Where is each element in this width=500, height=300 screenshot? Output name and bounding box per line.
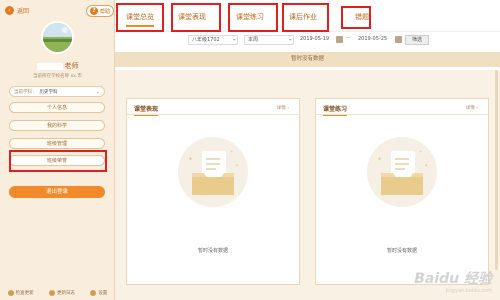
date-separator: —	[346, 35, 351, 41]
chevron-down-icon: ⌄	[95, 88, 100, 95]
watermark-main: Baidu 经验	[414, 271, 492, 287]
user-name: 老师	[0, 61, 115, 71]
highlight-box-tab-wrong	[341, 6, 371, 29]
settings-label: 设置	[98, 291, 108, 296]
sidebar: ‹ 返回 ? 帮助 老师 当前所在学校名称 xx 市 当前学科： 历史学科 ⌄ …	[0, 0, 115, 300]
logout-button[interactable]: 退出登录	[9, 186, 105, 198]
end-date-field[interactable]: 2019-05-25	[355, 35, 393, 45]
user-suffix: 老师	[64, 62, 79, 70]
card-header: 课堂表现 详情 ›	[127, 99, 299, 116]
range-value: 本周	[248, 37, 259, 43]
changelog-label: 更新日志	[56, 291, 75, 296]
empty-illustration: ✦ ✦ ✦	[178, 137, 248, 207]
main-area: 课堂总览 课堂表现 课堂练习 课后作业 错题 八年级1702 ▾ 本周 ▾ 20…	[115, 0, 500, 300]
tab-bar: 课堂总览 课堂表现 课堂练习 课后作业 错题	[115, 0, 500, 32]
calendar-icon[interactable]	[395, 36, 402, 43]
app-root: ‹ 返回 ? 帮助 老师 当前所在学校名称 xx 市 当前学科： 历史学科 ⌄ …	[0, 0, 500, 300]
settings-button[interactable]: 设置	[90, 290, 107, 296]
card-class-practice: 课堂练习 详情 › ✦ ✦ ✦ 暂时没有数据	[315, 98, 489, 285]
help-button[interactable]: ? 帮助	[86, 5, 114, 17]
back-label: 返回	[17, 8, 30, 15]
highlight-box-tab-overview	[116, 3, 164, 32]
changelog-button[interactable]: 更新日志	[48, 290, 75, 296]
refresh-icon	[7, 290, 14, 296]
check-update-label: 检查更新	[15, 291, 34, 296]
card-title: 课堂练习	[323, 106, 348, 116]
subject-value: 历史学科	[39, 89, 58, 95]
scrollbar[interactable]	[495, 70, 498, 270]
check-update-button[interactable]: 检查更新	[7, 290, 34, 296]
highlight-box-tab-homework	[282, 3, 329, 32]
filter-bar: 八年级1702 ▾ 本周 ▾ 2019-05-19 — 2019-05-25 筛…	[115, 33, 500, 48]
subject-label: 当前学科：	[14, 89, 37, 95]
highlight-box-tab-practice	[228, 3, 278, 32]
watermark-sub: jingyan.baidu.com	[445, 288, 492, 294]
highlight-box-menu	[9, 150, 107, 172]
log-icon	[48, 290, 55, 296]
question-icon: ?	[90, 7, 98, 15]
no-data-banner: 暂时没有数据	[115, 52, 500, 67]
svg-text:✦: ✦	[235, 163, 239, 169]
svg-text:✦: ✦	[377, 156, 382, 163]
menu-my-subject[interactable]: 我的科学	[9, 120, 105, 131]
details-link[interactable]: 详情 ›	[466, 105, 478, 111]
calendar-icon[interactable]	[336, 36, 343, 43]
menu-personal-info[interactable]: 个人信息	[9, 102, 105, 113]
svg-text:✦: ✦	[419, 149, 423, 154]
empty-folder-icon: ✦ ✦ ✦	[377, 149, 428, 195]
svg-text:✦: ✦	[230, 149, 234, 154]
card-class-performance: 课堂表现 详情 › ✦ ✦ ✦ 暂时没有数据	[126, 98, 300, 285]
empty-illustration: ✦ ✦ ✦	[367, 137, 437, 207]
redacted-name	[36, 62, 63, 70]
watermark: Baidu 经验 jingyan.baidu.com	[414, 268, 492, 294]
subject-select[interactable]: 当前学科： 历史学科 ⌄	[9, 86, 105, 97]
filter-button[interactable]: 筛选	[405, 35, 430, 45]
details-link[interactable]: 详情 ›	[277, 105, 289, 111]
back-arrow-icon: ‹	[5, 6, 14, 15]
sidebar-footer: 检查更新 更新日志 设置	[0, 286, 115, 300]
avatar[interactable]	[41, 21, 74, 54]
help-label: 帮助	[100, 8, 111, 15]
card-title: 课堂表现	[134, 106, 159, 116]
empty-text: 暂时没有数据	[386, 248, 417, 254]
empty-text: 暂时没有数据	[197, 248, 228, 254]
svg-text:✦: ✦	[188, 156, 193, 163]
empty-folder-icon: ✦ ✦ ✦	[188, 149, 239, 195]
class-select[interactable]: 八年级1702 ▾	[188, 35, 238, 45]
school-text: 当前所在学校名称 xx 市	[33, 74, 82, 79]
menu-class-management[interactable]: 班级管理	[9, 138, 105, 149]
class-value: 八年级1702	[192, 37, 220, 43]
svg-text:✦: ✦	[424, 163, 428, 169]
chevron-down-icon: ▾	[232, 37, 235, 42]
card-header: 课堂练习 详情 ›	[316, 99, 488, 116]
range-select[interactable]: 本周 ▾	[244, 35, 294, 45]
gear-icon	[90, 290, 97, 296]
chevron-down-icon: ▾	[288, 37, 291, 42]
start-date-field[interactable]: 2019-05-19	[297, 35, 335, 45]
back-button[interactable]: ‹ 返回	[5, 6, 29, 15]
highlight-box-tab-performance	[171, 3, 221, 32]
